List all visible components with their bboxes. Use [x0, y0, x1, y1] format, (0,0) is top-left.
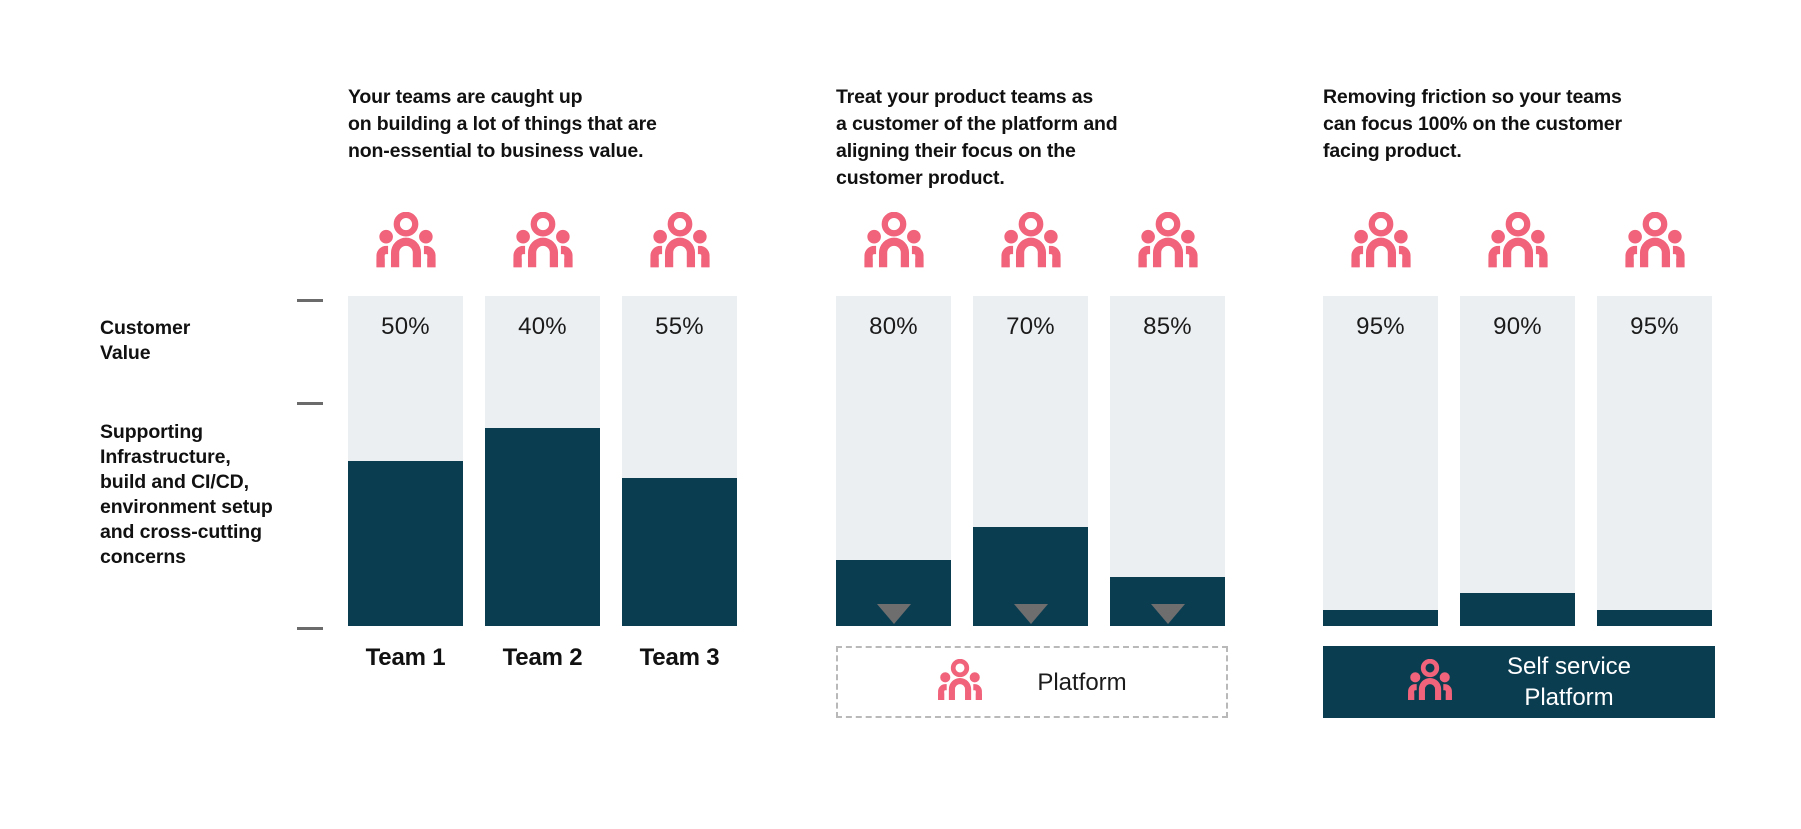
bar-group-1: 50% Team 1 40% Team 2 55% Team 3: [348, 212, 737, 672]
bar-column[interactable]: 95%: [1597, 212, 1712, 626]
team-icon: [1408, 659, 1452, 700]
team-icon: [863, 212, 924, 268]
team-icon: [1000, 212, 1061, 268]
bar-column[interactable]: 50% Team 1: [348, 212, 463, 672]
bar-value-label: 55%: [655, 313, 704, 340]
bar-value-label: 85%: [1143, 313, 1192, 340]
panel-heading-2: Treat your product teams as a customer o…: [836, 86, 1118, 189]
bar-column[interactable]: 70%: [973, 212, 1088, 626]
team-icon: [1624, 212, 1685, 268]
arrow-down-icon: [1013, 604, 1048, 624]
arrow-slot: [973, 604, 1088, 624]
axis-label-customer-value: Customer Value: [100, 317, 191, 364]
arrow-slot: [1110, 604, 1225, 624]
panel-heading-3: Removing friction so your teams can focu…: [1323, 86, 1622, 162]
bar-column[interactable]: 40% Team 2: [485, 212, 600, 672]
axis-label-column: Customer Value Supporting Infrastructure…: [100, 300, 325, 630]
bar-value-label: 50%: [381, 313, 430, 340]
team-icon: [1350, 212, 1411, 268]
bar-column[interactable]: 90%: [1460, 212, 1575, 626]
stacked-bar[interactable]: 70%: [973, 296, 1088, 626]
bar-value-label: 90%: [1493, 313, 1542, 340]
arrow-row: [836, 604, 1225, 624]
bar-value-label: 95%: [1356, 313, 1405, 340]
axis-label-supporting-infrastructure: Supporting Infrastructure, build and CI/…: [100, 421, 273, 568]
bar-value-label: 95%: [1630, 313, 1679, 340]
stacked-bar[interactable]: 95%: [1323, 296, 1438, 626]
platform-box[interactable]: Platform: [836, 646, 1228, 718]
platform-label: Platform: [1037, 668, 1127, 696]
bar-category-label: Team 1: [365, 644, 446, 671]
team-icon: [1487, 212, 1548, 268]
bar-group-3: 95% 90% 95%: [1323, 212, 1712, 626]
stacked-bar[interactable]: 95%: [1597, 296, 1712, 626]
platform-box[interactable]: Self service Platform: [1323, 646, 1715, 718]
bar-segment-supporting-infrastructure: [622, 477, 737, 626]
bar-column[interactable]: 80%: [836, 212, 951, 626]
bar-value-label: 70%: [1006, 313, 1055, 340]
stacked-bar[interactable]: 85%: [1110, 296, 1225, 626]
bar-column[interactable]: 55% Team 3: [622, 212, 737, 672]
platform-label: Self service Platform: [1506, 653, 1632, 711]
arrow-down-icon: [876, 604, 911, 624]
stacked-bar[interactable]: 50%: [348, 296, 463, 626]
bar-segment-supporting-infrastructure: [348, 461, 463, 626]
stacked-bar[interactable]: 80%: [836, 296, 951, 626]
bar-category-label: Team 3: [639, 644, 720, 671]
team-icon: [649, 212, 710, 268]
stacked-bar[interactable]: 40%: [485, 296, 600, 626]
stacked-bar[interactable]: 90%: [1460, 296, 1575, 626]
team-icon: [512, 212, 573, 268]
panel-heading-1: Your teams are caught up on building a l…: [348, 86, 657, 162]
arrow-down-icon: [1150, 604, 1185, 624]
bar-group-2: 80% 70% 85%: [836, 212, 1225, 626]
bar-value-label: 80%: [869, 313, 918, 340]
bar-column[interactable]: 95%: [1323, 212, 1438, 626]
team-icon: [375, 212, 436, 268]
team-icon: [938, 659, 983, 700]
bar-column[interactable]: 85%: [1110, 212, 1225, 626]
stacked-bar[interactable]: 55%: [622, 296, 737, 626]
bar-segment-supporting-infrastructure: [485, 428, 600, 626]
bar-segment-supporting-infrastructure: [1460, 593, 1575, 626]
bar-segment-supporting-infrastructure: [1597, 609, 1712, 626]
arrow-slot: [836, 604, 951, 624]
bar-segment-supporting-infrastructure: [1323, 609, 1438, 626]
bar-category-label: Team 2: [502, 644, 583, 671]
bar-value-label: 40%: [518, 313, 567, 340]
team-icon: [1137, 212, 1198, 268]
